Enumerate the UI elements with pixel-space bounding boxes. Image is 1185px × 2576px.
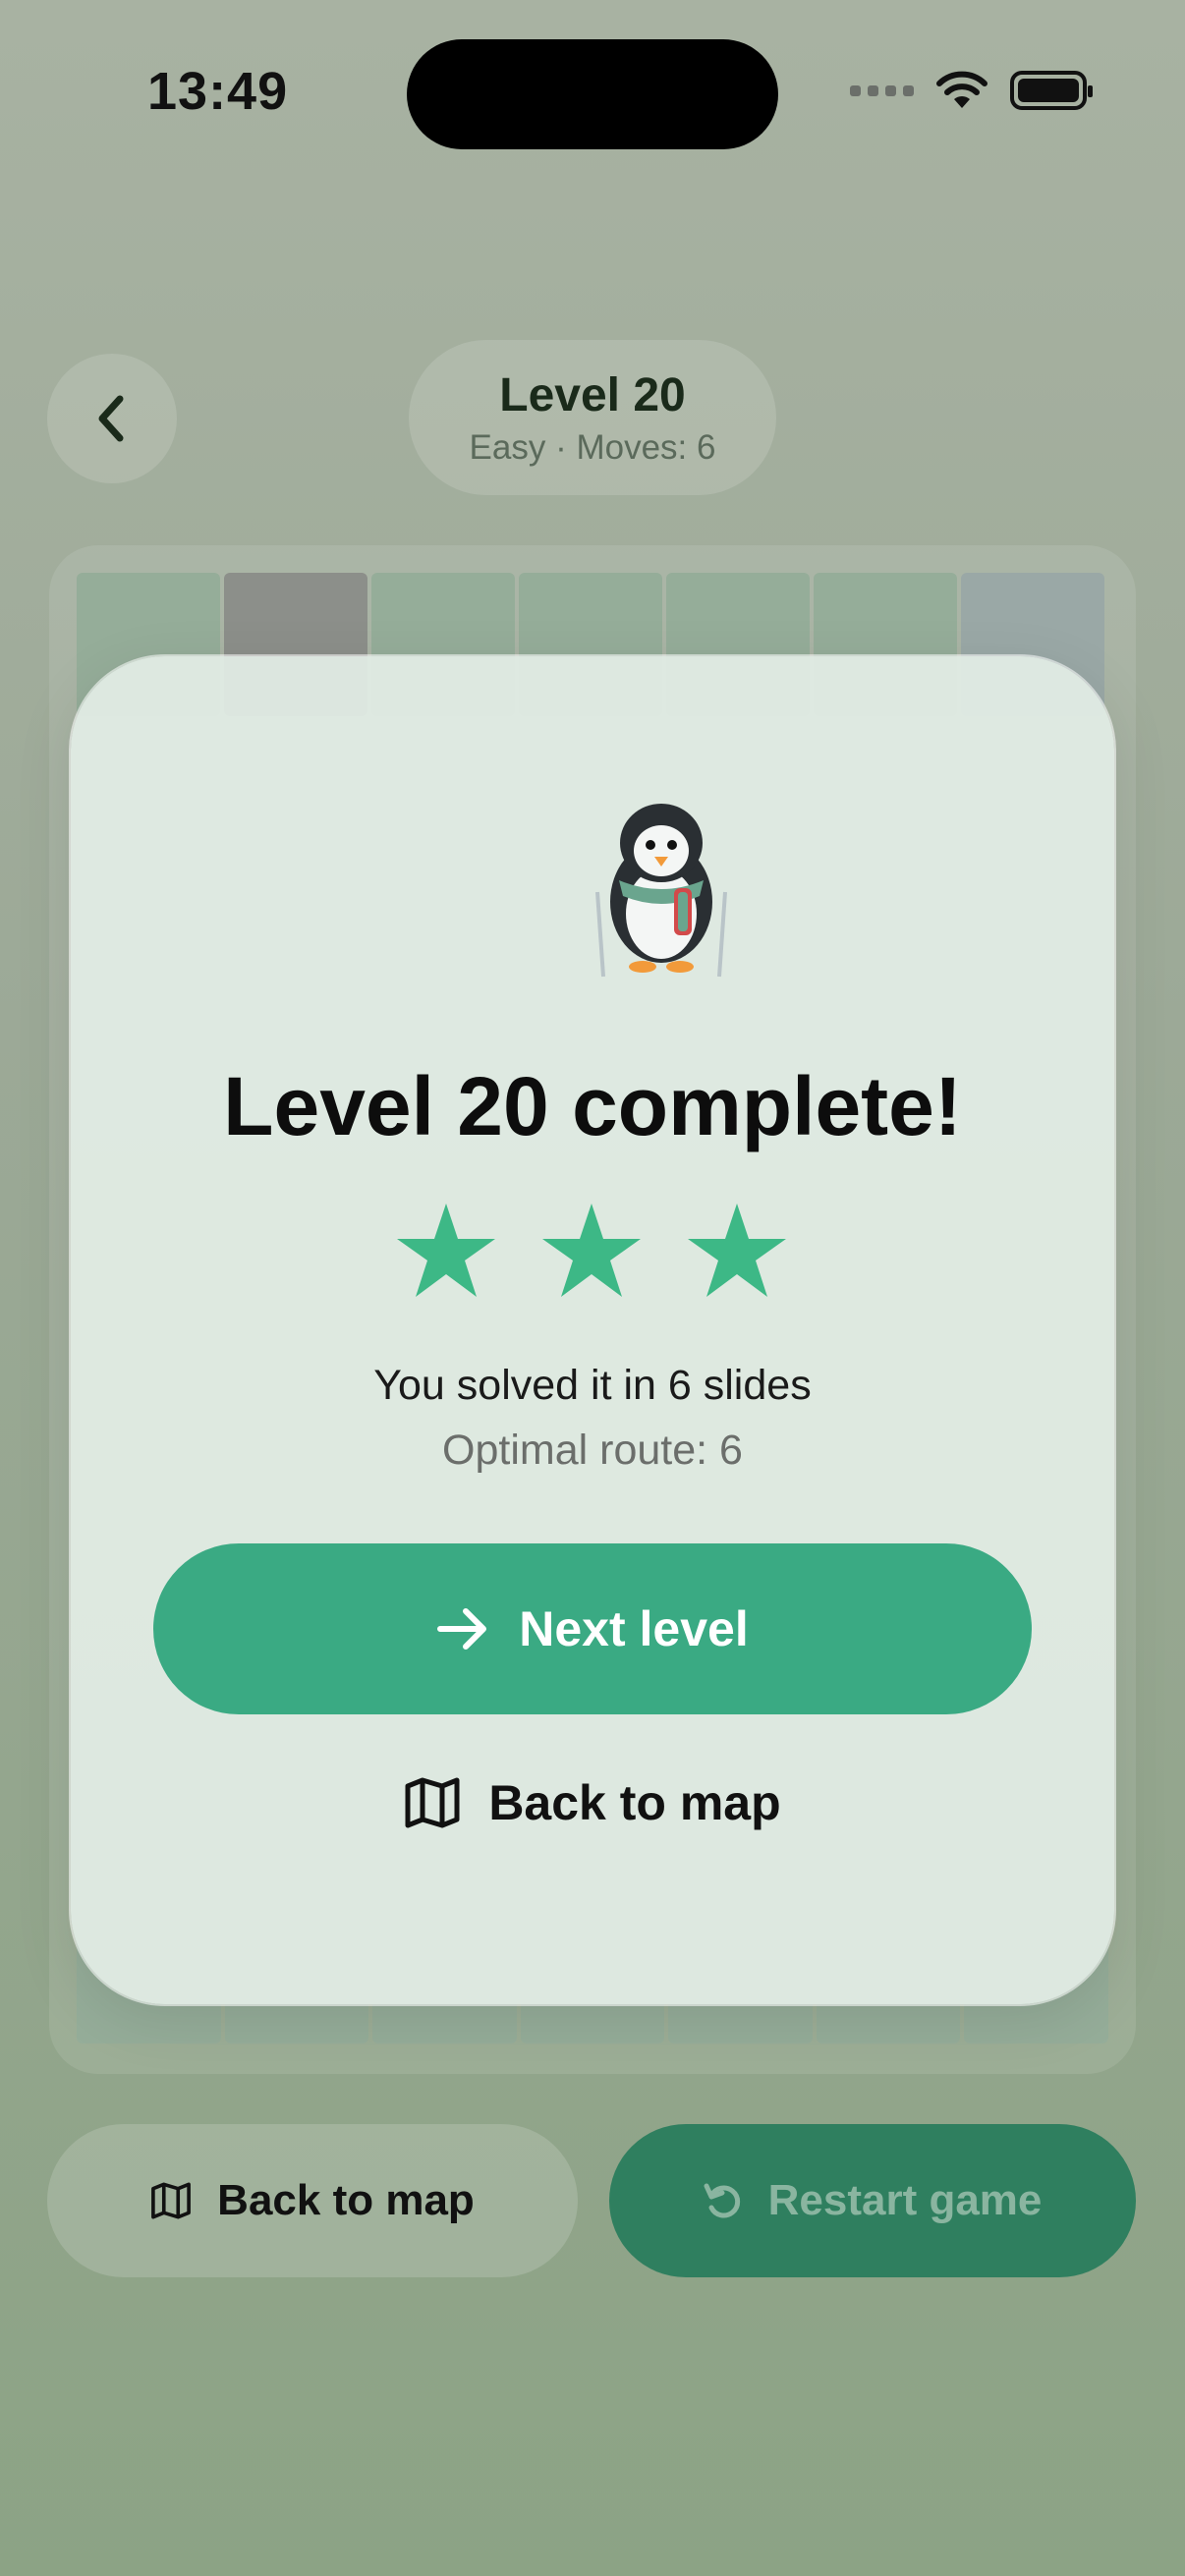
dialog-title: Level 20 complete! <box>223 1060 962 1152</box>
next-level-label: Next level <box>519 1601 749 1656</box>
back-to-map-link[interactable]: Back to map <box>71 1749 1114 1857</box>
level-title: Level 20 <box>499 368 686 421</box>
bottom-back-to-map-label: Back to map <box>217 2176 475 2224</box>
restart-game-button[interactable]: Restart game <box>609 2124 1136 2277</box>
penguin-mascot <box>568 784 755 980</box>
battery-icon <box>1010 71 1093 110</box>
rotate-ccw-icon <box>704 2183 740 2218</box>
star-icon <box>688 1204 786 1297</box>
status-time: 13:49 <box>147 62 289 121</box>
bottom-back-to-map-button[interactable]: Back to map <box>47 2124 578 2277</box>
star-rating <box>395 1202 788 1300</box>
optimal-route-text: Optimal route: 6 <box>442 1427 743 1474</box>
star-icon <box>542 1204 641 1297</box>
status-icons <box>850 71 1093 110</box>
level-complete-dialog: Level 20 complete! You solved it in 6 sl… <box>71 656 1114 2004</box>
solved-text: You solved it in 6 slides <box>373 1362 812 1409</box>
dynamic-island <box>407 39 778 149</box>
map-icon <box>151 2182 192 2219</box>
cellular-signal-icon <box>850 84 914 96</box>
back-button[interactable] <box>47 354 177 483</box>
back-to-map-label: Back to map <box>488 1775 781 1830</box>
level-subtitle: Easy · Moves: 6 <box>469 427 716 467</box>
wifi-icon <box>936 71 988 108</box>
arrow-right-icon <box>437 1608 487 1650</box>
map-icon <box>405 1777 460 1828</box>
chevron-left-icon <box>98 395 124 442</box>
star-icon <box>397 1204 495 1297</box>
restart-game-label: Restart game <box>767 2176 1043 2224</box>
next-level-button[interactable]: Next level <box>153 1543 1032 1714</box>
level-header: Level 20 Easy · Moves: 6 <box>409 340 776 495</box>
